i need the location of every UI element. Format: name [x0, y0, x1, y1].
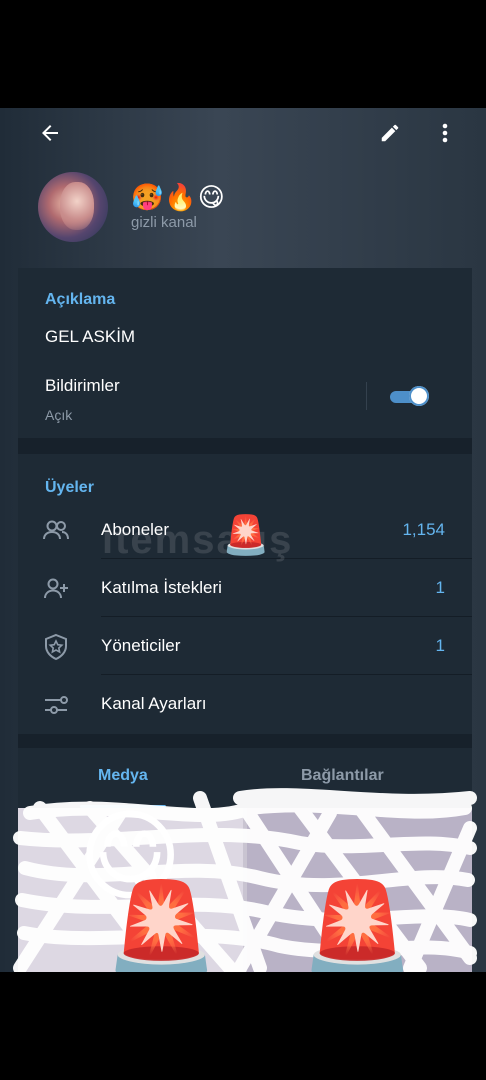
siren-sticker-left: 🚨	[104, 876, 219, 972]
siren-sticker-small: 🚨	[222, 513, 270, 557]
telegram-channel-info-screen: 🥵🔥😋 gizli kanal Açıklama GEL ASKİM Bildi…	[0, 108, 486, 972]
siren-sticker-right: 🚨	[300, 876, 415, 972]
